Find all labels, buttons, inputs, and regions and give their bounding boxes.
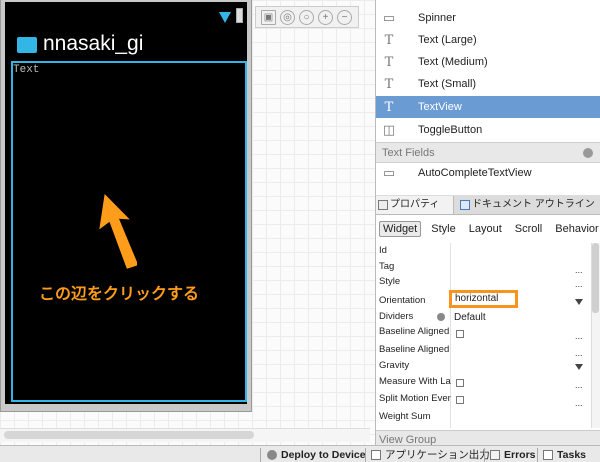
- textview-text[interactable]: Text: [13, 64, 39, 76]
- output-icon: [371, 450, 381, 460]
- text-icon: T: [384, 76, 394, 92]
- chevron-down-icon[interactable]: [575, 364, 583, 370]
- palette-item-label: TextView: [418, 101, 462, 113]
- properties-icon: [378, 200, 388, 210]
- divider: [260, 448, 261, 462]
- text-icon: T: [384, 54, 394, 70]
- gear-icon: [267, 450, 277, 460]
- subtab-behavior[interactable]: Behavior: [552, 222, 600, 236]
- battery-icon: [236, 8, 243, 23]
- panel-tab-bar: プロパティ ドキュメント アウトライン: [376, 195, 600, 215]
- zoom-fit-icon[interactable]: ▣: [261, 9, 276, 25]
- zoom-out-icon[interactable]: −: [337, 9, 352, 25]
- prop-split-dots[interactable]: ...: [575, 398, 583, 408]
- zoom-actual-icon[interactable]: ◎: [280, 9, 295, 25]
- palette-item-label: Text (Small): [418, 78, 477, 90]
- errors-icon: [490, 450, 500, 460]
- split-motion-checkbox[interactable]: [456, 396, 464, 404]
- palette-item-label: AutoCompleteTextView: [418, 167, 532, 179]
- orientation-select[interactable]: horizontal: [449, 290, 518, 308]
- chevron-down-icon[interactable]: [575, 299, 583, 305]
- prop-baseline-aligned-label: Baseline Aligned: [379, 326, 450, 337]
- measure-checkbox[interactable]: [456, 379, 464, 387]
- ide-status-bar: Deploy to Device アプリケーション出力 Errors Tasks: [0, 445, 600, 462]
- prop-gravity-label: Gravity: [379, 360, 410, 371]
- subtab-widget[interactable]: Widget: [379, 221, 422, 237]
- spinner-icon: ▭: [382, 10, 396, 26]
- text-icon: T: [384, 32, 394, 48]
- palette-item-spinner[interactable]: ▭ Spinner: [376, 7, 600, 29]
- prop-style-dots[interactable]: ...: [575, 279, 583, 289]
- zoom-reset-icon[interactable]: ○: [299, 9, 314, 25]
- tab-document-outline[interactable]: ドキュメント アウトライン: [458, 196, 600, 214]
- tab-properties[interactable]: プロパティ: [376, 196, 454, 214]
- palette-category-text-fields[interactable]: Text Fields: [376, 142, 600, 163]
- palette-item-text-small[interactable]: T Text (Small): [376, 73, 600, 95]
- text-icon: T: [384, 99, 394, 115]
- divider: [484, 448, 485, 462]
- palette-item-label: Text (Medium): [418, 56, 488, 68]
- device-status-bar: [5, 2, 247, 24]
- divider: [537, 448, 538, 462]
- zoom-in-icon[interactable]: +: [318, 9, 333, 25]
- app-icon: [17, 37, 37, 53]
- tab-label: プロパティ: [390, 199, 440, 210]
- palette-item-label: Spinner: [418, 12, 456, 24]
- prop-measure-dots[interactable]: ...: [575, 380, 583, 390]
- device-screen: nnasaki_gi Text この辺をクリックする: [5, 2, 247, 404]
- subtab-scroll[interactable]: Scroll: [512, 222, 546, 236]
- deploy-to-device-button[interactable]: Deploy to Device: [267, 448, 366, 462]
- subtab-layout[interactable]: Layout: [466, 222, 505, 236]
- prop-baseline-dots[interactable]: ...: [575, 331, 583, 341]
- scrollbar-thumb[interactable]: [592, 243, 599, 313]
- prop-split-motion-label: Split Motion Event: [379, 393, 451, 404]
- toggle-icon: ◫: [382, 122, 396, 138]
- app-output-button[interactable]: アプリケーション出力: [371, 448, 490, 462]
- signal-icon: [219, 12, 231, 23]
- prop-baseline-aligned-c-label: Baseline Aligned C: [379, 344, 451, 355]
- prop-style-label: Style: [379, 276, 401, 287]
- hscrollbar-thumb[interactable]: [4, 431, 254, 439]
- prop-id-label: Id: [379, 245, 387, 256]
- prop-measure-label: Measure With Larg: [379, 376, 451, 387]
- errors-label: Errors: [504, 449, 536, 461]
- document-icon: [460, 200, 470, 210]
- palette-item-label: ToggleButton: [418, 124, 483, 136]
- subtab-style[interactable]: Style: [428, 222, 458, 236]
- expand-icon[interactable]: [583, 148, 593, 158]
- prop-baseline-c-dots[interactable]: ...: [575, 348, 583, 358]
- palette-item-label: Text (Large): [418, 34, 477, 46]
- errors-button[interactable]: Errors: [490, 448, 536, 462]
- baseline-aligned-checkbox[interactable]: [456, 330, 464, 338]
- tasks-label: Tasks: [557, 449, 586, 461]
- deploy-label: Deploy to Device: [281, 449, 366, 461]
- tasks-button[interactable]: Tasks: [543, 448, 586, 462]
- annotation-caption: この辺をクリックする: [39, 286, 200, 303]
- tasks-icon: [543, 450, 553, 460]
- app-title: nnasaki_gi: [43, 32, 144, 55]
- palette-item-textview[interactable]: T TextView: [376, 96, 600, 118]
- dividers-value[interactable]: Default: [454, 312, 486, 323]
- zoom-toolbar: ▣ ◎ ○ + −: [255, 6, 359, 28]
- prop-weight-sum-label: Weight Sum: [379, 411, 431, 422]
- autocomplete-icon: ▭: [382, 165, 396, 181]
- arrow-annotation-icon: [99, 193, 137, 269]
- app-output-label: アプリケーション出力: [385, 449, 490, 461]
- prop-orientation-label: Orientation: [379, 295, 426, 306]
- info-icon: [437, 313, 445, 321]
- palette-item-text-medium[interactable]: T Text (Medium): [376, 51, 600, 73]
- device-frame: nnasaki_gi Text この辺をクリックする: [0, 0, 252, 412]
- prop-tag-dots[interactable]: ...: [575, 265, 583, 275]
- palette-item-togglebutton[interactable]: ◫ ToggleButton: [376, 119, 600, 141]
- category-label: Text Fields: [382, 147, 435, 159]
- divider: [365, 448, 366, 462]
- palette-item-text-large[interactable]: T Text (Large): [376, 29, 600, 51]
- tab-label: ドキュメント アウトライン: [472, 199, 595, 210]
- properties-panel: プロパティ ドキュメント アウトライン Widget Style Layout …: [375, 195, 600, 448]
- palette-item-autocompletetextview[interactable]: ▭ AutoCompleteTextView: [376, 162, 600, 184]
- property-subtabs: Widget Style Layout Scroll Behavior: [376, 219, 600, 239]
- palette-panel: ▭ Spinner T Text (Large) T Text (Medium)…: [375, 0, 600, 195]
- prop-tag-label: Tag: [379, 261, 395, 272]
